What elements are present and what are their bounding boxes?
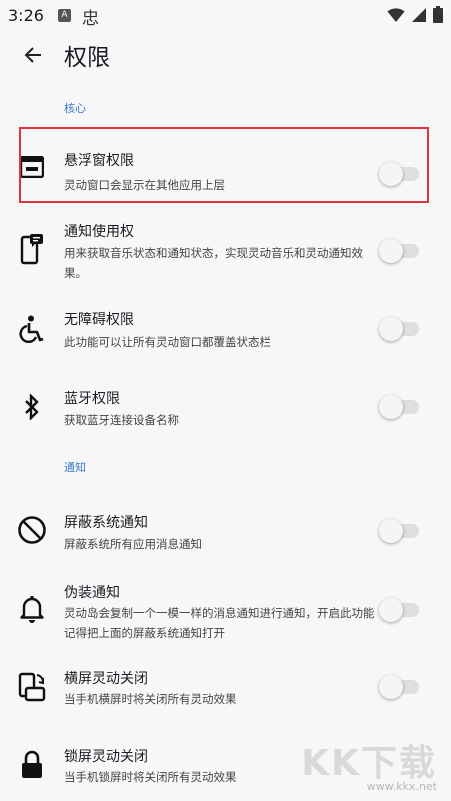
row-landscape-off[interactable]: 横屏灵动关闭 当手机横屏时将关闭所有灵动效果	[0, 656, 451, 720]
row-summary: 当手机横屏时将关闭所有灵动效果	[64, 692, 237, 706]
battery-icon	[433, 6, 443, 27]
row-title: 无障碍权限	[64, 312, 134, 328]
toggle-thumb	[379, 675, 403, 699]
landscape-off-toggle[interactable]	[379, 675, 419, 699]
page-title: 权限	[64, 45, 110, 71]
arrow-back-icon	[24, 46, 42, 68]
row-summary: 此功能可以让所有灵动窗口都覆盖状态栏	[64, 335, 271, 349]
row-notification-access[interactable]: 通知使用权 用来获取音乐状态和通知状态，实现灵动音乐和灵动通知效果。	[0, 208, 451, 286]
row-title: 锁屏灵动关闭	[64, 749, 148, 765]
row-block-system-notifications[interactable]: 屏蔽系统通知 屏蔽系统所有应用消息通知	[0, 500, 451, 564]
row-accessibility[interactable]: 无障碍权限 此功能可以让所有灵动窗口都覆盖状态栏	[0, 296, 451, 364]
status-bar: 3:26 A 忠	[0, 0, 451, 34]
watermark: KK下载 www.kkx.net	[301, 734, 437, 793]
block-icon	[17, 515, 47, 545]
bluetooth-toggle[interactable]	[379, 395, 419, 419]
accessibility-icon	[17, 314, 47, 344]
toggle-thumb	[379, 519, 403, 543]
signal-icon	[411, 7, 427, 27]
lock-icon	[17, 750, 47, 780]
toggle-thumb	[379, 395, 403, 419]
accessibility-toggle[interactable]	[379, 317, 419, 341]
row-summary: 灵动岛会复制一个一模一样的消息通知进行通知，开启此功能记得把上面的屏蔽系统通知打…	[64, 606, 375, 640]
row-title: 伪装通知	[64, 585, 120, 601]
row-summary: 灵动窗口会显示在其他应用上层	[64, 178, 225, 192]
toggle-thumb	[379, 162, 403, 186]
section-header-core: 核心	[64, 102, 86, 115]
row-title: 蓝牙权限	[64, 391, 120, 407]
block-system-notifications-toggle[interactable]	[379, 519, 419, 543]
toggle-thumb	[379, 239, 403, 263]
overlay-toggle[interactable]	[379, 162, 419, 186]
row-summary: 屏蔽系统所有应用消息通知	[64, 537, 202, 551]
row-title: 悬浮窗权限	[64, 153, 134, 169]
fake-notification-toggle[interactable]	[379, 598, 419, 622]
status-icons	[387, 6, 443, 27]
a-notification-icon: A	[58, 9, 71, 22]
toggle-thumb	[379, 598, 403, 622]
app-bar: 权限	[0, 34, 451, 80]
row-title: 通知使用权	[64, 224, 134, 240]
app-notification-icon: 忠	[82, 9, 99, 29]
row-summary: 获取蓝牙连接设备名称	[64, 413, 179, 427]
wifi-icon	[387, 7, 405, 27]
bluetooth-icon	[17, 392, 47, 422]
notification-access-toggle[interactable]	[379, 239, 419, 263]
window-icon	[17, 152, 47, 182]
watermark-logo: KK下载	[301, 743, 437, 784]
status-time: 3:26	[8, 6, 44, 25]
row-fake-notification[interactable]: 伪装通知 灵动岛会复制一个一模一样的消息通知进行通知，开启此功能记得把上面的屏蔽…	[0, 570, 451, 650]
row-bluetooth[interactable]: 蓝牙权限 获取蓝牙连接设备名称	[0, 376, 451, 440]
row-overlay-permission[interactable]: 悬浮窗权限 灵动窗口会显示在其他应用上层	[0, 130, 451, 200]
screen-rotation-icon	[17, 672, 47, 702]
bell-icon	[17, 594, 47, 624]
row-summary: 用来获取音乐状态和通知状态，实现灵动音乐和灵动通知效果。	[64, 246, 363, 280]
toggle-thumb	[379, 317, 403, 341]
back-button[interactable]	[20, 44, 46, 70]
row-title: 屏蔽系统通知	[64, 515, 148, 531]
row-title: 横屏灵动关闭	[64, 671, 148, 687]
phone-message-icon	[17, 234, 47, 265]
section-header-notify: 通知	[64, 461, 86, 474]
